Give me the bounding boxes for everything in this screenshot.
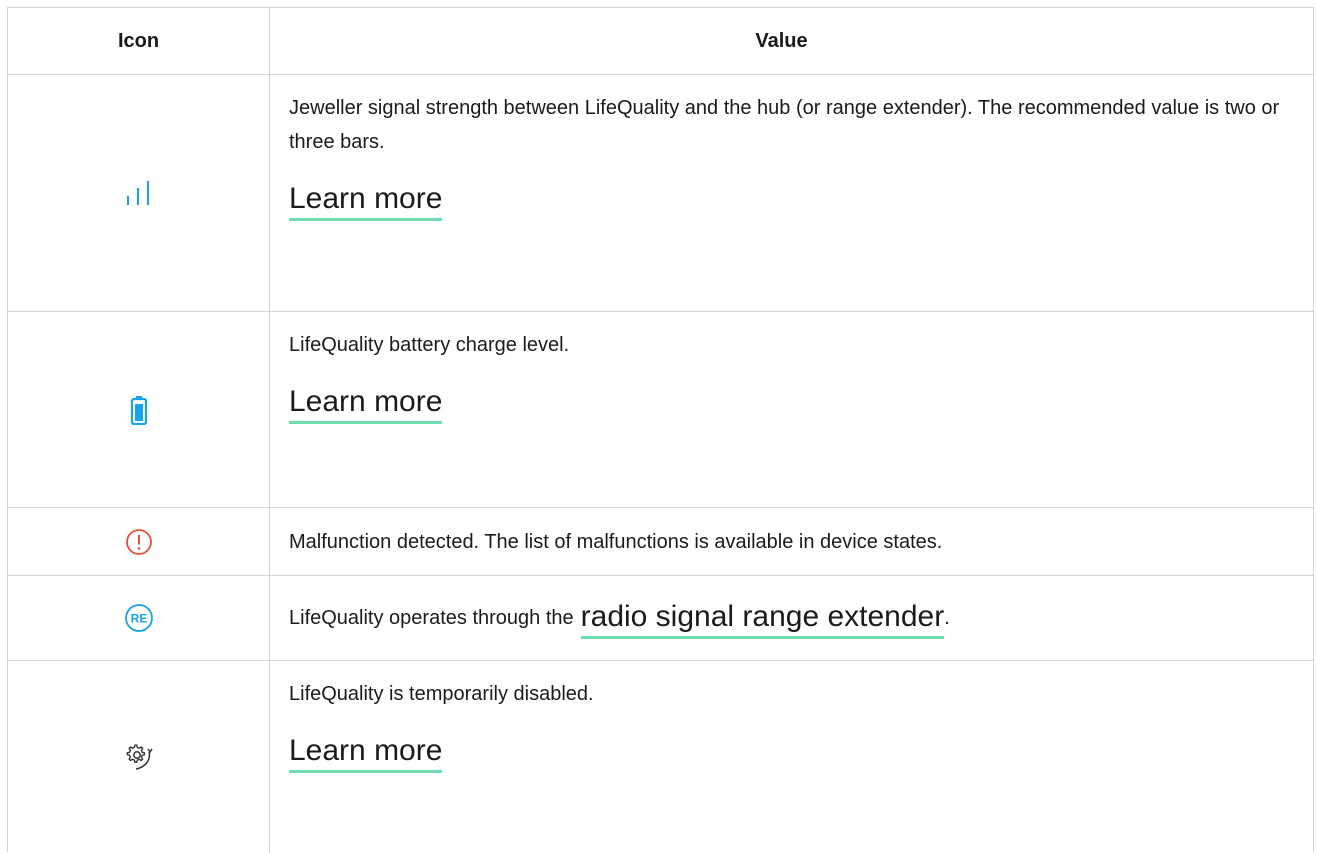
table-row: Malfunction detected. The list of malfun… <box>8 508 1313 576</box>
value-cell: Jeweller signal strength between LifeQua… <box>270 75 1313 311</box>
icon-cell <box>8 75 270 311</box>
table-header: Icon Value <box>8 8 1313 75</box>
value-cell: Malfunction detected. The list of malfun… <box>270 508 1313 575</box>
table-row: RE LifeQuality operates through the radi… <box>8 576 1313 661</box>
row-description-suffix: . <box>944 607 950 629</box>
range-extender-link[interactable]: radio signal range extender <box>580 598 945 639</box>
row-description: Malfunction detected. The list of malfun… <box>289 530 943 553</box>
icon-cell <box>8 661 270 853</box>
header-value-column: Value <box>755 30 808 52</box>
value-cell: LifeQuality operates through the radio s… <box>270 576 1313 660</box>
learn-more-link[interactable]: Learn more <box>289 383 443 424</box>
icon-cell <box>8 508 270 575</box>
table-row: LifeQuality is temporarily disabled. Lea… <box>8 661 1313 853</box>
table-row: Jeweller signal strength between LifeQua… <box>8 75 1313 312</box>
signal-strength-icon <box>124 180 154 206</box>
malfunction-icon <box>125 528 153 556</box>
row-description: LifeQuality battery charge level. <box>289 334 570 356</box>
icon-cell <box>8 312 270 507</box>
temporarily-disabled-icon <box>124 742 154 772</box>
battery-icon <box>130 395 148 425</box>
row-description: LifeQuality operates through the <box>289 607 574 629</box>
svg-text:RE: RE <box>130 612 147 626</box>
range-extender-icon: RE <box>124 603 154 633</box>
states-table: Icon Value Jeweller signal strength betw… <box>7 7 1314 853</box>
row-description: Jeweller signal strength between LifeQua… <box>289 97 1280 153</box>
row-description: LifeQuality is temporarily disabled. <box>289 683 594 705</box>
icon-cell: RE <box>8 576 270 660</box>
learn-more-link[interactable]: Learn more <box>289 180 443 221</box>
value-cell: LifeQuality battery charge level. Learn … <box>270 312 1313 507</box>
value-cell: LifeQuality is temporarily disabled. Lea… <box>270 661 1313 853</box>
table-row: LifeQuality battery charge level. Learn … <box>8 312 1313 508</box>
learn-more-link[interactable]: Learn more <box>289 732 443 773</box>
header-icon-column: Icon <box>8 8 270 74</box>
